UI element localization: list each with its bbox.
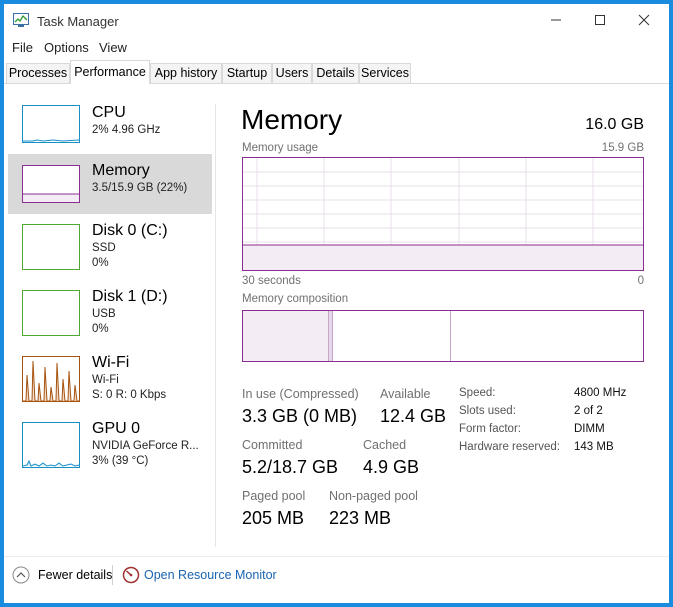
cpu-thumbnail-graph — [22, 105, 80, 143]
spec-speed-value: 4800 MHz — [574, 387, 627, 399]
title-bar: Task Manager — [4, 4, 669, 36]
spec-hardware-reserved-label: Hardware reserved: — [459, 441, 560, 453]
window-title: Task Manager — [37, 14, 119, 29]
spec-speed-label: Speed: — [459, 387, 496, 399]
paged-pool-value: 205 MB — [242, 508, 305, 528]
memory-usage-graph — [242, 157, 644, 271]
sidebar-item-label: Disk 0 (C:) — [92, 222, 168, 239]
memory-composition-bar — [242, 310, 644, 362]
sidebar-item-gpu-0[interactable]: GPU 0 NVIDIA GeForce R... 3% (39 °C) — [8, 412, 212, 472]
graph-axis-time-label: 30 seconds — [242, 275, 301, 287]
tab-strip: Processes Performance App history Startu… — [4, 60, 669, 84]
resource-sidebar: CPU 2% 4.96 GHz Memory 3.5/15.9 GB (22%)… — [4, 92, 214, 544]
menu-view[interactable]: View — [99, 40, 127, 55]
sidebar-item-disk-1[interactable]: Disk 1 (D:) USB 0% — [8, 280, 212, 340]
memory-usage-label: Memory usage — [242, 142, 319, 154]
tab-details[interactable]: Details — [312, 63, 359, 83]
available-value: 12.4 GB — [380, 406, 447, 426]
spec-hardware-reserved-value: 143 MB — [574, 441, 614, 453]
sidebar-divider — [215, 104, 216, 547]
available-label: Available — [380, 387, 431, 401]
open-resource-monitor-link[interactable]: Open Resource Monitor — [122, 566, 282, 586]
sidebar-item-wifi[interactable]: Wi-Fi Wi-Fi S: 0 R: 0 Kbps — [8, 346, 212, 406]
in-use-label: In use (Compressed) — [242, 387, 359, 401]
sidebar-item-cpu[interactable]: CPU 2% 4.96 GHz — [8, 94, 212, 154]
sidebar-item-detail: 0% — [92, 323, 109, 335]
sidebar-item-memory[interactable]: Memory 3.5/15.9 GB (22%) — [8, 154, 212, 214]
sidebar-item-detail: USB — [92, 308, 116, 320]
maximize-icon — [595, 15, 605, 25]
sidebar-item-detail: SSD — [92, 242, 116, 254]
page-title: Memory — [241, 104, 343, 135]
committed-label: Committed — [242, 438, 303, 452]
sidebar-item-detail: 3% (39 °C) — [92, 455, 149, 467]
spec-slots-label: Slots used: — [459, 405, 516, 417]
memory-detail-panel: Memory 16.0 GB Memory usage 15.9 GB 30 s… — [230, 92, 660, 542]
minimize-button[interactable] — [533, 4, 579, 36]
memory-total: 16.0 GB — [585, 116, 644, 133]
cached-value: 4.9 GB — [363, 457, 420, 477]
committed-value: 5.2/18.7 GB — [242, 457, 339, 477]
graph-axis-zero-label: 0 — [637, 275, 644, 287]
cached-label: Cached — [363, 438, 407, 452]
footer-bar: Fewer details Open Resource Monitor — [4, 556, 669, 597]
memory-composition-label: Memory composition — [242, 293, 349, 305]
sidebar-item-label: CPU — [92, 104, 126, 121]
maximize-button[interactable] — [577, 4, 623, 36]
sidebar-item-detail: 3.5/15.9 GB (22%) — [92, 182, 188, 194]
paged-pool-label: Paged pool — [242, 489, 306, 503]
non-paged-pool-label: Non-paged pool — [329, 489, 418, 503]
tab-startup[interactable]: Startup — [222, 63, 272, 83]
resource-monitor-icon — [122, 566, 140, 584]
sidebar-item-detail: 0% — [92, 257, 109, 269]
memory-thumbnail-graph — [22, 165, 80, 203]
sidebar-item-detail: NVIDIA GeForce R... — [92, 440, 199, 452]
sidebar-item-label: Wi-Fi — [92, 354, 130, 371]
disk-0-thumbnail-graph — [22, 224, 80, 270]
footer-divider — [112, 565, 113, 585]
menu-bar: File Options View — [4, 38, 669, 58]
memory-usage-max: 15.9 GB — [601, 142, 644, 154]
fewer-details-button[interactable]: Fewer details — [10, 566, 113, 586]
task-manager-app-icon — [13, 13, 29, 27]
spec-slots-value: 2 of 2 — [574, 405, 603, 417]
tab-services[interactable]: Services — [359, 63, 411, 83]
close-button[interactable] — [621, 4, 667, 36]
minimize-icon — [551, 19, 561, 21]
disk-1-thumbnail-graph — [22, 290, 80, 336]
close-icon — [638, 14, 650, 26]
sidebar-item-label: GPU 0 — [92, 420, 141, 437]
sidebar-item-detail: 2% 4.96 GHz — [92, 124, 161, 136]
non-paged-pool-value: 223 MB — [329, 508, 392, 528]
menu-file[interactable]: File — [12, 40, 33, 55]
gpu-thumbnail-graph — [22, 422, 80, 468]
tab-app-history[interactable]: App history — [150, 63, 222, 83]
chevron-up-circle-icon — [12, 566, 30, 584]
sidebar-item-detail: Wi-Fi — [92, 374, 119, 386]
tab-performance[interactable]: Performance — [70, 60, 150, 84]
open-resource-monitor-label: Open Resource Monitor — [144, 568, 277, 582]
composition-free-divider — [450, 311, 451, 361]
tab-processes[interactable]: Processes — [6, 63, 70, 83]
spec-form-factor-value: DIMM — [574, 423, 605, 435]
wifi-thumbnail-graph — [22, 356, 80, 402]
in-use-value: 3.3 GB (0 MB) — [242, 406, 358, 426]
sidebar-item-disk-0[interactable]: Disk 0 (C:) SSD 0% — [8, 214, 212, 274]
composition-in-use-segment — [243, 311, 328, 361]
composition-standby-segment — [332, 311, 451, 361]
sidebar-item-label: Memory — [92, 162, 150, 179]
fewer-details-label: Fewer details — [38, 568, 113, 582]
sidebar-item-label: Disk 1 (D:) — [92, 288, 168, 305]
tab-users[interactable]: Users — [272, 63, 312, 83]
spec-form-factor-label: Form factor: — [459, 423, 521, 435]
sidebar-item-detail: S: 0 R: 0 Kbps — [92, 389, 167, 401]
menu-options[interactable]: Options — [44, 40, 89, 55]
